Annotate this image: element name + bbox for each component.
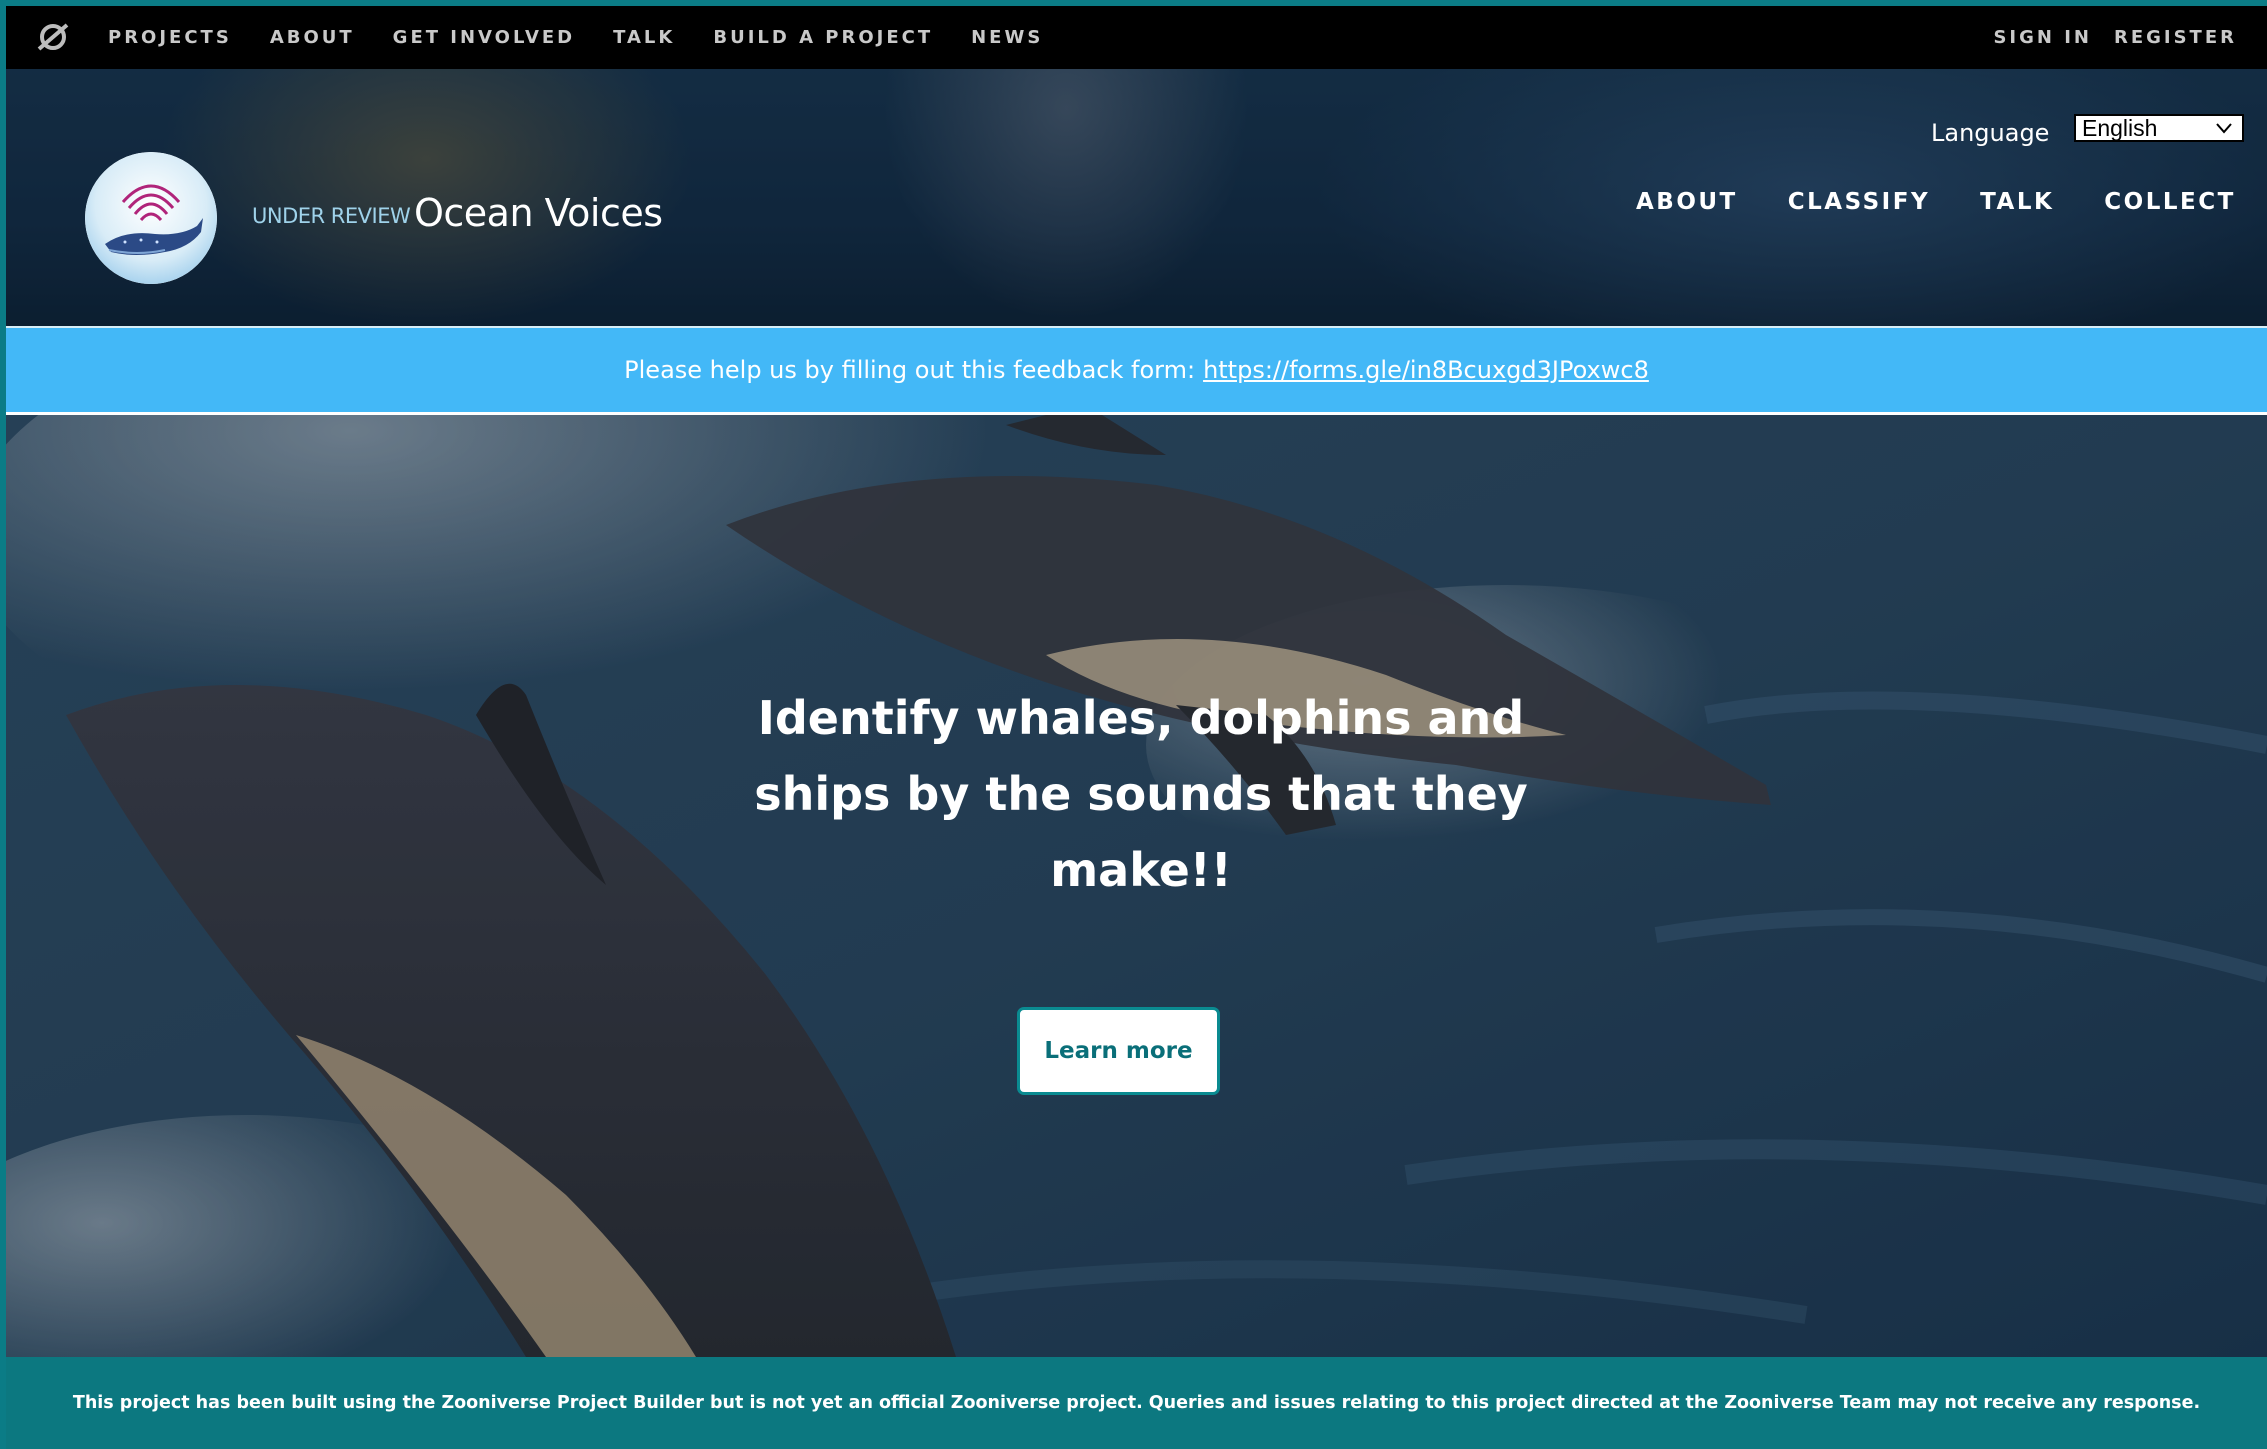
global-nav: PROJECTS ABOUT GET INVOLVED TALK BUILD A… [6, 6, 2267, 69]
nav-talk[interactable]: TALK [613, 27, 675, 48]
under-review-tag: UNDER REVIEW [252, 204, 411, 228]
project-title[interactable]: Ocean Voices [414, 191, 663, 235]
chevron-down-icon [2216, 123, 2232, 134]
project-nav-classify[interactable]: CLASSIFY [1788, 189, 1930, 215]
project-nav-about[interactable]: ABOUT [1636, 189, 1738, 215]
feedback-form-link[interactable]: https://forms.gle/in8Bcuxgd3JPoxwc8 [1203, 356, 1649, 384]
page-frame: PROJECTS ABOUT GET INVOLVED TALK BUILD A… [6, 6, 2267, 1449]
hero-section: Identify whales, dolphins and ships by t… [6, 415, 2267, 1357]
feedback-banner-text: Please help us by filling out this feedb… [624, 356, 1196, 384]
nav-news[interactable]: NEWS [971, 27, 1043, 48]
learn-more-button[interactable]: Learn more [1017, 1007, 1220, 1095]
auth-links: SIGN IN REGISTER [1971, 6, 2237, 69]
language-select[interactable]: English [2074, 114, 2244, 142]
project-nav-collect[interactable]: COLLECT [2104, 189, 2236, 215]
register-link[interactable]: REGISTER [2114, 27, 2237, 48]
project-nav: ABOUT CLASSIFY TALK COLLECT [1636, 189, 2267, 215]
global-nav-links: PROJECTS ABOUT GET INVOLVED TALK BUILD A… [108, 6, 1081, 69]
project-avatar[interactable] [85, 152, 217, 284]
sign-in-link[interactable]: SIGN IN [1993, 27, 2092, 48]
nav-projects[interactable]: PROJECTS [108, 27, 232, 48]
project-nav-talk[interactable]: TALK [1980, 189, 2054, 215]
project-builder-notice: This project has been built using the Zo… [6, 1357, 2267, 1449]
project-builder-notice-text: This project has been built using the Zo… [72, 1393, 2201, 1413]
zooniverse-logo-icon[interactable] [35, 19, 71, 55]
language-label: Language [1931, 119, 2050, 147]
language-select-value: English [2082, 114, 2158, 141]
project-header: UNDER REVIEW Ocean Voices Language Engli… [6, 69, 2267, 326]
whale-avatar-icon [85, 152, 217, 284]
nav-get-involved[interactable]: GET INVOLVED [393, 27, 575, 48]
feedback-banner: Please help us by filling out this feedb… [6, 326, 2267, 415]
nav-build-a-project[interactable]: BUILD A PROJECT [713, 27, 933, 48]
nav-about[interactable]: ABOUT [270, 27, 355, 48]
hero-headline: Identify whales, dolphins and ships by t… [754, 691, 1528, 897]
